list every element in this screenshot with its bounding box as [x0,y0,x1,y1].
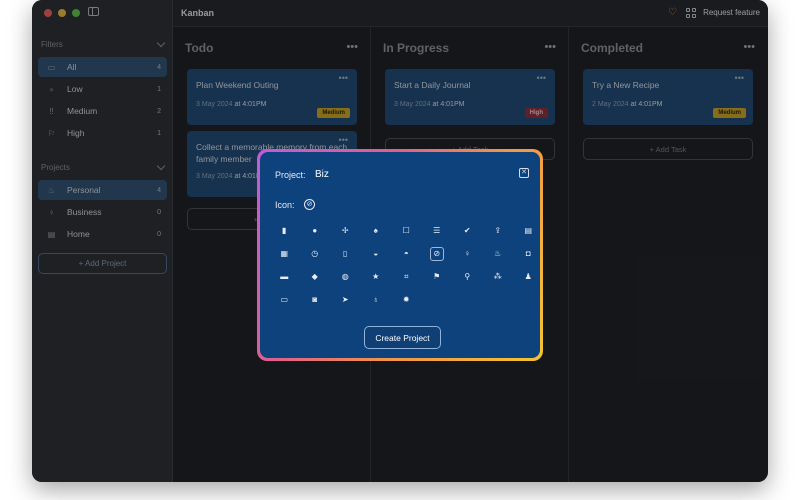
figure-run-icon[interactable]: ✢ [330,219,361,242]
doc-icon[interactable]: ▯ [330,242,361,265]
calendar-icon[interactable]: ▦ [269,242,300,265]
project-name-label: Project: [275,170,306,180]
close-icon[interactable]: ✕ [519,168,529,178]
person-badge-icon[interactable]: ♟ [513,265,544,288]
icon-label: Icon: [275,200,295,210]
bookmark-icon[interactable]: ▮ [269,219,300,242]
speedometer-icon[interactable]: ◒ [361,242,392,265]
location-arrow-icon[interactable]: ➤ [330,288,361,311]
checkmark-circle-icon[interactable]: ✔ [452,219,483,242]
new-project-dialog-border: Project: Biz ✕ Icon: ⊘ ▮ ● ✢ ♠ ☐ ☰ ✔ ⇪ ▤… [257,149,543,361]
project-name-input[interactable]: Biz [315,169,329,180]
share-icon[interactable]: ⇪ [483,219,514,242]
icon-picker: ▮ ● ✢ ♠ ☐ ☰ ✔ ⇪ ▤ ▦ ◷ ▯ ◒ ◓ ⊘ ♀ ♨ ◘ ▬ ◆ … [269,219,544,311]
viewfinder-icon[interactable]: ⌗ [391,265,422,288]
flag-icon[interactable]: ⚑ [422,265,453,288]
list-card-icon[interactable]: ▤ [513,219,544,242]
bell-icon[interactable]: ♠ [361,219,392,242]
id-card-icon[interactable]: ▭ [269,288,300,311]
lightbulb-icon[interactable]: ♀ [452,242,483,265]
clock-badge-icon[interactable]: ● [300,219,331,242]
gear-icon[interactable]: ✹ [391,288,422,311]
new-project-dialog: Project: Biz ✕ Icon: ⊘ ▮ ● ✢ ♠ ☐ ☰ ✔ ⇪ ▤… [260,152,540,358]
list-icon[interactable]: ☰ [422,219,453,242]
magnifying-glass-icon[interactable]: ⚲ [452,265,483,288]
timer-icon[interactable]: ◷ [300,242,331,265]
bag-icon[interactable]: ◙ [300,288,331,311]
briefcase-icon[interactable]: ▬ [269,265,300,288]
camera-icon[interactable]: ◘ [513,242,544,265]
flame-icon[interactable]: ♨ [483,242,514,265]
square-pencil-icon[interactable]: ☐ [391,219,422,242]
star-icon[interactable]: ★ [361,265,392,288]
compass-icon[interactable]: ⊘ [422,242,453,265]
microphone-icon[interactable]: ♁ [361,288,392,311]
create-project-button[interactable]: Create Project [364,326,441,349]
gauge-icon[interactable]: ◓ [391,242,422,265]
globe-icon[interactable]: ◍ [330,265,361,288]
shield-icon[interactable]: ◆ [300,265,331,288]
people-icon[interactable]: ⁂ [483,265,514,288]
selected-compass-icon: ⊘ [304,199,315,210]
